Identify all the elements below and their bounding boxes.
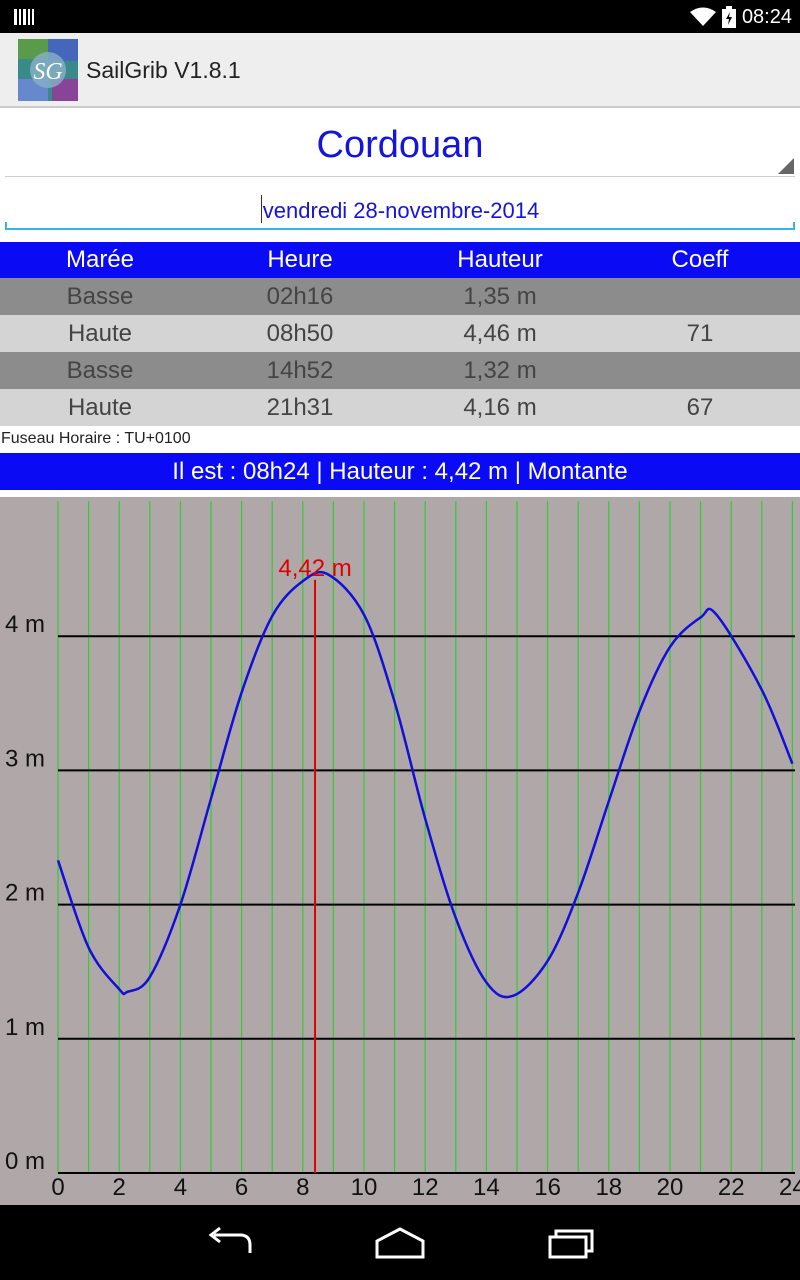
- spinner-underline: [5, 176, 795, 177]
- cell-maree: Basse: [66, 282, 134, 310]
- x-tick-label: 14: [473, 1174, 500, 1201]
- x-tick-label: 6: [235, 1174, 248, 1201]
- y-tick-label: 3 m: [5, 745, 45, 772]
- status-time: 08:24: [741, 5, 792, 28]
- table-row: Basse 14h52 1,32 m: [0, 352, 800, 389]
- svg-text:SG: SG: [33, 59, 62, 85]
- x-tick-label: 8: [296, 1174, 309, 1201]
- y-tick-label: 1 m: [5, 1014, 45, 1041]
- spinner-arrow-icon: [778, 158, 794, 174]
- tide-table: Marée Heure Hauteur Coeff Basse 02h16 1,…: [0, 242, 800, 426]
- date-value: vendredi 28-novembre-2014: [262, 198, 540, 223]
- y-tick-label: 4 m: [5, 611, 45, 638]
- table-row: Basse 02h16 1,35 m: [0, 278, 800, 315]
- header-heure: Heure: [267, 246, 333, 273]
- date-field[interactable]: vendredi 28-novembre-2014: [5, 180, 795, 230]
- navigation-bar: [0, 1205, 800, 1280]
- x-tick-label: 12: [412, 1174, 439, 1201]
- current-status-bar: Il est : 08h24 | Hauteur : 4,42 m | Mont…: [0, 453, 800, 490]
- barcode-icon: [14, 9, 34, 25]
- text-cursor: [260, 195, 262, 223]
- x-tick-label: 0: [51, 1174, 64, 1201]
- cell-hauteur: 4,16 m: [463, 393, 537, 421]
- wifi-icon: [689, 7, 716, 26]
- timezone-label: Fuseau Horaire : TU+0100: [1, 430, 191, 447]
- x-tick-label: 2: [113, 1174, 126, 1201]
- cell-heure: 21h31: [266, 393, 334, 421]
- home-icon[interactable]: [370, 1223, 430, 1263]
- cell-hauteur: 1,35 m: [463, 282, 537, 310]
- cell-maree: Basse: [66, 356, 134, 384]
- app-title: SailGrib V1.8.1: [86, 57, 241, 83]
- back-icon[interactable]: [200, 1223, 260, 1263]
- x-tick-label: 18: [595, 1174, 622, 1201]
- cell-heure: 14h52: [266, 356, 334, 384]
- status-bar: 08:24: [0, 0, 800, 33]
- table-row: Haute 21h31 4,16 m 67: [0, 389, 800, 426]
- x-tick-label: 4: [174, 1174, 187, 1201]
- current-height-label: 4,42 m: [278, 555, 351, 582]
- cell-heure: 02h16: [266, 282, 334, 310]
- station-name: Cordouan: [316, 124, 484, 166]
- battery-icon: [721, 6, 736, 28]
- header-hauteur: Hauteur: [457, 246, 543, 273]
- table-header: Marée Heure Hauteur Coeff: [0, 242, 800, 278]
- cell-hauteur: 1,32 m: [463, 356, 537, 384]
- x-tick-label: 16: [534, 1174, 561, 1201]
- y-tick-label: 0 m: [5, 1148, 45, 1175]
- header-maree: Marée: [65, 246, 135, 273]
- app-icon[interactable]: SG: [18, 39, 78, 101]
- table-row: Haute 08h50 4,46 m 71: [0, 315, 800, 352]
- tide-chart-svg: 0 m1 m2 m3 m4 m0 2 4 6 8 10 12 14 16 18 20 22 244,42…: [5, 501, 800, 1201]
- y-tick-label: 2 m: [5, 880, 45, 907]
- cell-maree: Haute: [67, 319, 133, 347]
- cell-maree: Haute: [67, 393, 133, 421]
- recents-icon[interactable]: [540, 1223, 600, 1263]
- cell-heure: 08h50: [266, 319, 334, 347]
- cell-hauteur: 4,46 m: [463, 319, 537, 347]
- action-bar: SG SailGrib V1.8.1: [0, 33, 800, 108]
- x-tick-label: 10: [351, 1174, 378, 1201]
- x-tick-label: 20: [657, 1174, 684, 1201]
- cell-coeff: 67: [686, 393, 714, 421]
- x-tick-label: 22: [718, 1174, 745, 1201]
- x-tick-label: 24: [779, 1174, 800, 1201]
- tide-chart[interactable]: 0 m1 m2 m3 m4 m 0 2 4 6 8 10 12 14 16 18 20 22 24 4,42…: [0, 497, 800, 1205]
- cell-coeff: 71: [686, 319, 714, 347]
- header-coeff: Coeff: [671, 246, 729, 273]
- station-spinner[interactable]: Cordouan: [0, 110, 800, 178]
